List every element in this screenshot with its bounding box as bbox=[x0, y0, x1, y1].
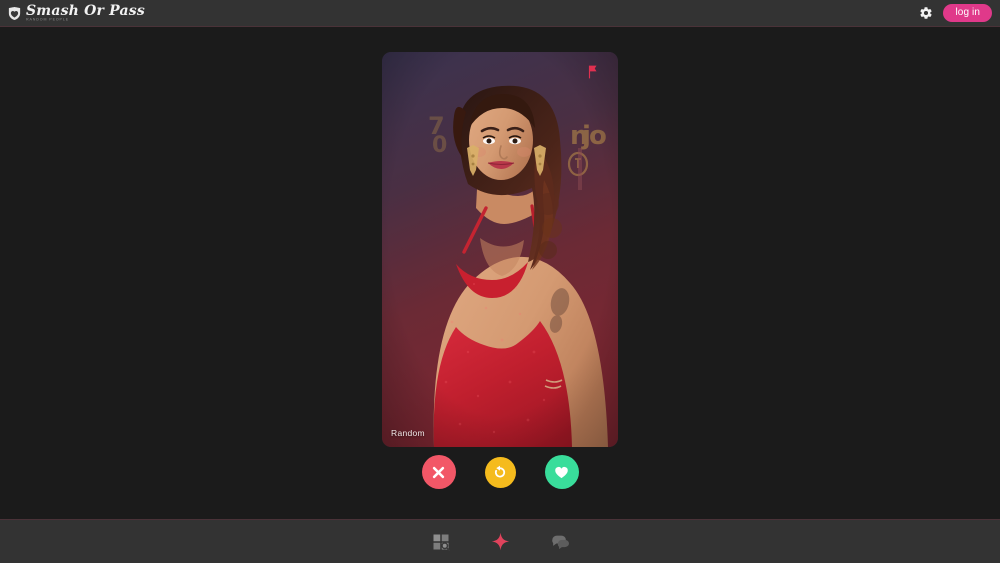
main-stage: n j o 7 0 bbox=[0, 27, 1000, 519]
sparkle-diamond-icon bbox=[491, 532, 509, 551]
report-flag-button[interactable] bbox=[586, 64, 600, 80]
brand-subtitle: RANDOM PEOPLE bbox=[26, 18, 70, 22]
profile-photo: n j o 7 0 bbox=[382, 52, 618, 447]
header-actions: log in bbox=[918, 4, 992, 22]
top-header-bar: Smash Or Pass RANDOM PEOPLE log in bbox=[0, 0, 1000, 27]
brand-logo[interactable]: Smash Or Pass RANDOM PEOPLE bbox=[7, 0, 145, 26]
heart-icon bbox=[555, 466, 568, 478]
grid-search-icon bbox=[433, 534, 450, 551]
photo-source-label: Random bbox=[391, 428, 425, 438]
app-root: Smash Or Pass RANDOM PEOPLE log in Rando… bbox=[0, 0, 1000, 563]
profile-card[interactable]: n j o 7 0 bbox=[382, 52, 618, 447]
smash-button[interactable] bbox=[544, 455, 579, 489]
messages-tab[interactable] bbox=[544, 527, 574, 557]
chat-bubbles-icon bbox=[551, 535, 569, 550]
settings-button[interactable] bbox=[918, 5, 934, 21]
pass-button[interactable] bbox=[421, 455, 456, 489]
brand-text-block: Smash Or Pass RANDOM PEOPLE bbox=[26, 4, 145, 23]
heart-in-shield-icon bbox=[8, 7, 21, 20]
login-button[interactable]: log in bbox=[943, 4, 992, 22]
discover-tab[interactable] bbox=[485, 527, 515, 557]
swipe-actions bbox=[0, 455, 1000, 489]
rewind-button[interactable] bbox=[484, 456, 516, 488]
close-x-icon bbox=[432, 466, 445, 478]
brand-title: Smash Or Pass bbox=[26, 3, 145, 19]
gear-icon bbox=[920, 7, 933, 19]
browse-tab[interactable] bbox=[426, 527, 456, 557]
bottom-nav-bar bbox=[0, 519, 1000, 563]
undo-arrow-icon bbox=[494, 465, 506, 478]
